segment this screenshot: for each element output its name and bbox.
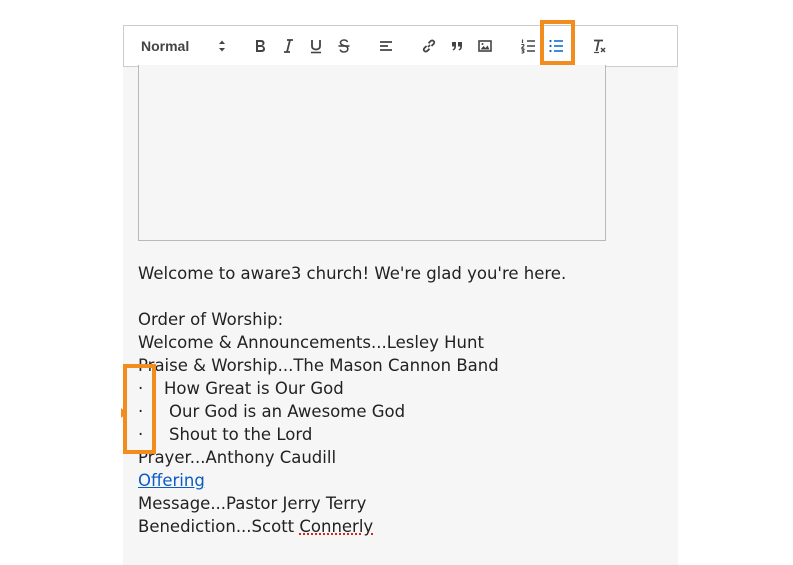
clear-format-icon xyxy=(594,39,606,54)
quote-icon xyxy=(452,42,462,51)
link-button[interactable] xyxy=(419,26,439,66)
align-left-icon xyxy=(380,41,392,51)
announcements-line: Welcome & Announcements...Lesley Hunt xyxy=(138,333,484,352)
prayer-line: Prayer...Anthony Caudill xyxy=(138,448,337,467)
misspelled-word: Connerly xyxy=(299,517,374,536)
underline-icon xyxy=(311,40,321,54)
underline-button[interactable] xyxy=(306,26,326,66)
align-button[interactable] xyxy=(376,26,396,66)
image-icon xyxy=(478,40,492,52)
bullet-dot: · xyxy=(138,402,144,421)
format-select-value: Normal xyxy=(141,38,190,54)
clear-format-button[interactable] xyxy=(590,26,610,66)
embed-frame xyxy=(138,65,606,241)
italic-button[interactable] xyxy=(278,26,298,66)
bold-button[interactable] xyxy=(250,26,270,66)
list-item: · How Great is Our God xyxy=(138,377,658,400)
highlight-arrow-icon xyxy=(121,408,127,418)
welcome-text: Welcome to aware3 church! We're glad you… xyxy=(138,264,567,283)
list-item-text: Shout to the Lord xyxy=(169,425,313,444)
bullet-dot: · xyxy=(138,379,144,398)
offering-link[interactable]: Offering xyxy=(138,471,205,490)
format-select[interactable]: Normal xyxy=(134,26,228,66)
ordered-list-icon xyxy=(521,39,535,54)
bullet-list-icon xyxy=(549,39,563,53)
list-item-text: Our God is an Awesome God xyxy=(169,402,406,421)
bullet-list-button[interactable] xyxy=(546,26,566,66)
ordered-list-button[interactable] xyxy=(518,26,538,66)
image-button[interactable] xyxy=(475,26,495,66)
benediction-line: Benediction...Scott Connerly xyxy=(138,515,658,538)
strike-button[interactable] xyxy=(334,26,354,66)
order-heading: Order of Worship: xyxy=(138,310,284,329)
strikethrough-icon xyxy=(338,39,350,53)
blockquote-button[interactable] xyxy=(447,26,467,66)
editor-content[interactable]: Welcome to aware3 church! We're glad you… xyxy=(138,262,658,538)
bullet-dot: · xyxy=(138,425,144,444)
link-icon xyxy=(422,39,436,53)
editor-toolbar: Normal xyxy=(123,25,678,67)
praise-line: Praise & Worship...The Mason Cannon Band xyxy=(138,356,499,375)
benediction-prefix: Benediction...Scott xyxy=(138,517,300,536)
select-caret-icon xyxy=(219,40,225,52)
list-item-text: How Great is Our God xyxy=(164,379,344,398)
list-item: · Our God is an Awesome God xyxy=(138,400,658,423)
list-item: · Shout to the Lord xyxy=(138,423,658,446)
offering-line: Offering xyxy=(138,469,658,492)
message-line: Message...Pastor Jerry Terry xyxy=(138,494,367,513)
bold-icon xyxy=(256,40,265,52)
italic-icon xyxy=(284,39,293,53)
